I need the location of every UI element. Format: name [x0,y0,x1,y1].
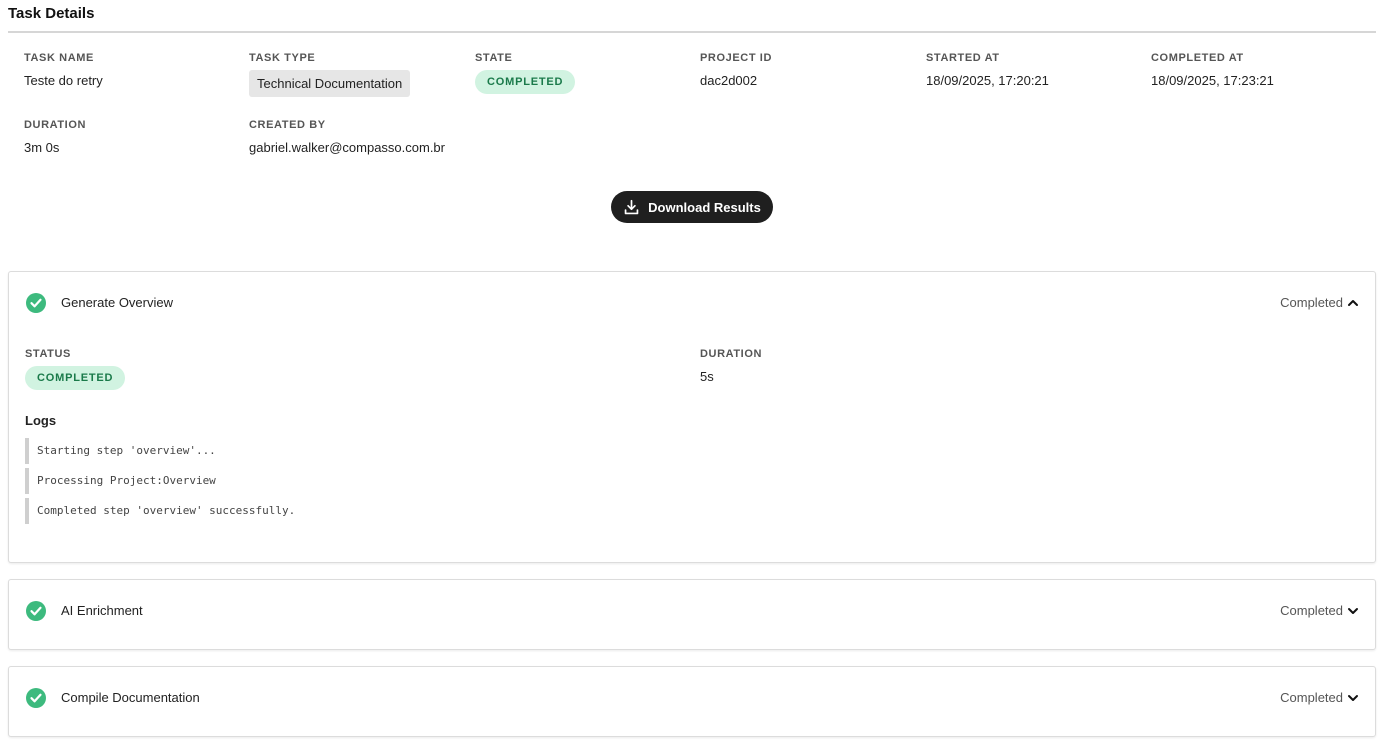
completed-at-label: COMPLETED AT [1151,52,1244,64]
check-circle-icon [26,293,46,313]
created-by-field: CREATED BY gabriel.walker@compasso.com.b… [249,119,445,155]
state-badge: COMPLETED [475,70,576,94]
project-id-field: PROJECT ID dac2d002 [700,52,772,88]
chevron-up-icon[interactable] [1347,297,1359,309]
state-field: STATE COMPLETED [475,52,576,94]
step-card-generate-overview: Generate Overview Completed STATUS COMPL… [8,271,1376,563]
task-name-field: TASK NAME Teste do retry [24,52,103,88]
project-id-label: PROJECT ID [700,52,773,64]
task-name-value: Teste do retry [24,73,103,88]
created-by-label: CREATED BY [249,119,326,131]
task-type-chip: Technical Documentation [249,70,411,97]
duration-field: DURATION 3m 0s [24,119,86,155]
step-status: Completed [1280,295,1359,310]
completed-at-field: COMPLETED AT 18/09/2025, 17:23:21 [1151,52,1274,88]
download-results-button[interactable]: Download Results [611,191,773,223]
step-status-field: STATUS COMPLETED [25,348,126,390]
started-at-label: STARTED AT [926,52,1000,64]
title-divider [8,31,1376,33]
completed-at-value: 18/09/2025, 17:23:21 [1151,73,1274,88]
step-card-compile-documentation: Compile Documentation Completed [8,666,1376,737]
step-status: Completed [1280,603,1359,618]
check-circle-icon [26,601,46,621]
step-duration-value: 5s [700,369,714,384]
logs-title: Logs [25,413,57,428]
created-by-value: gabriel.walker@compasso.com.br [249,140,445,155]
duration-label: DURATION [24,119,87,131]
step-duration-label: DURATION [700,348,763,360]
step-name: AI Enrichment [61,603,143,618]
step-status-label: Completed [1280,295,1343,310]
project-id-value: dac2d002 [700,73,758,88]
task-name-label: TASK NAME [24,52,94,64]
step-name: Generate Overview [61,295,173,310]
task-type-field: TASK TYPE Technical Documentation [249,52,411,97]
check-circle-icon [26,688,46,708]
log-line: Starting step 'overview'... [25,438,216,464]
step-status-label: Completed [1280,690,1343,705]
log-line: Completed step 'overview' successfully. [25,498,295,524]
step-status: Completed [1280,690,1359,705]
step-status-field-label: STATUS [25,348,71,360]
chevron-down-icon[interactable] [1347,605,1359,617]
step-card-ai-enrichment: AI Enrichment Completed [8,579,1376,650]
log-line: Processing Project:Overview [25,468,216,494]
started-at-field: STARTED AT 18/09/2025, 17:20:21 [926,52,1049,88]
page-title: Task Details [8,5,95,22]
step-duration-field: DURATION 5s [700,348,762,384]
step-body-generate-overview: STATUS COMPLETED DURATION 5s Logs Starti… [9,334,1375,562]
step-header-generate-overview[interactable]: Generate Overview Completed [9,272,1375,334]
step-status-label: Completed [1280,603,1343,618]
state-label: STATE [475,52,513,64]
download-results-label: Download Results [648,199,761,215]
started-at-value: 18/09/2025, 17:20:21 [926,73,1049,88]
download-icon [624,199,639,214]
duration-value: 3m 0s [24,140,60,155]
step-status-badge: COMPLETED [25,366,126,390]
chevron-down-icon[interactable] [1347,692,1359,704]
step-name: Compile Documentation [61,690,200,705]
step-header-compile-documentation[interactable]: Compile Documentation Completed [9,667,1375,736]
step-header-ai-enrichment[interactable]: AI Enrichment Completed [9,580,1375,649]
task-type-label: TASK TYPE [249,52,316,64]
